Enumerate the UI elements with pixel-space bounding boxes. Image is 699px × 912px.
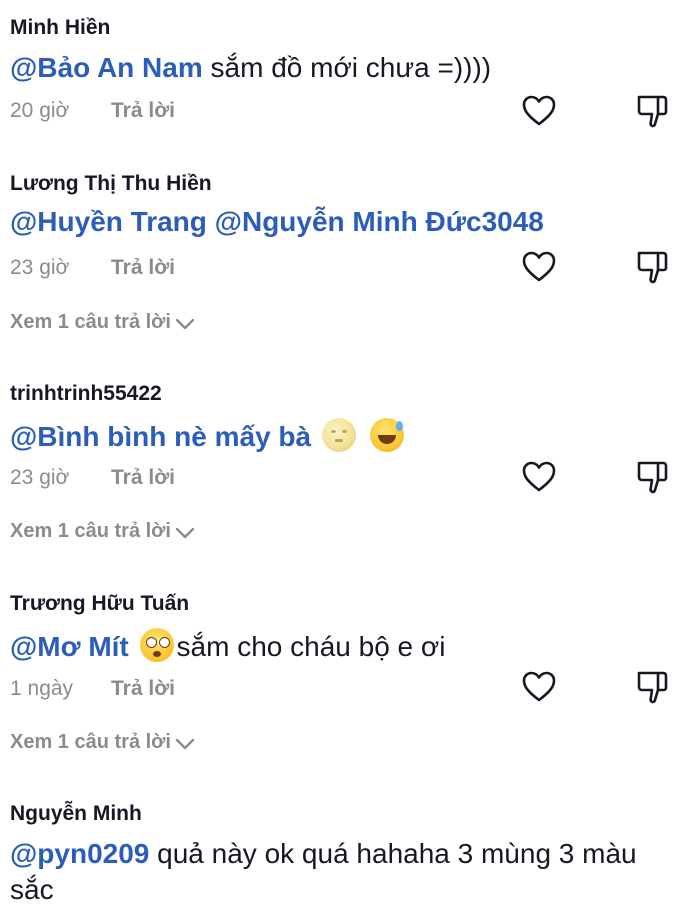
flushed-face-emoji — [139, 628, 174, 662]
comment-time: 23 giờ — [10, 256, 70, 279]
comment-mention[interactable]: @Bảo An Nam — [10, 52, 203, 83]
comment-text: sắm cho cháu bộ e ơi — [176, 631, 446, 662]
comment-username[interactable]: trinhtrinh55422 — [10, 382, 162, 406]
thumbs-down-icon[interactable] — [635, 669, 671, 705]
full-moon-face-emoji — [321, 418, 356, 452]
comment-body: @Mơ Mít sắm cho cháu bộ e ơi — [10, 628, 445, 665]
heart-outline-icon[interactable] — [521, 93, 557, 129]
comment-time: 20 giờ — [10, 99, 70, 122]
thumbs-down-icon[interactable] — [635, 459, 671, 495]
comment-body: @Bình bình nè mấy bà — [10, 418, 407, 455]
view-replies-button[interactable]: Xem 1 câu trả lời — [10, 520, 195, 543]
comment-mention[interactable]: @Huyền Trang @Nguyễn Minh Đức3048 — [10, 206, 544, 237]
comment-text: sắm đồ mới chưa =)))) — [202, 52, 492, 83]
reply-button[interactable]: Trả lời — [111, 466, 175, 490]
reply-button[interactable]: Trả lời — [111, 99, 175, 123]
comment-time: 1 ngày — [10, 677, 74, 700]
comment-username[interactable]: Nguyễn Minh — [10, 802, 142, 826]
view-replies-label: Xem 1 câu trả lời — [10, 520, 171, 542]
view-replies-button[interactable]: Xem 1 câu trả lời — [10, 311, 195, 334]
comment-username[interactable]: Lương Thị Thu Hiền — [10, 172, 212, 196]
comment-body: @Bảo An Nam sắm đồ mới chưa =)))) — [10, 50, 491, 86]
view-replies-label: Xem 1 câu trả lời — [10, 311, 171, 333]
chevron-down-icon — [175, 318, 195, 330]
heart-outline-icon[interactable] — [521, 249, 557, 285]
reply-button[interactable]: Trả lời — [111, 677, 175, 701]
comment-body: @pyn0209 quả này ok quá hahaha 3 mùng 3 … — [10, 836, 650, 908]
grinning-sweat-emoji — [369, 418, 404, 452]
comment-body: @Huyền Trang @Nguyễn Minh Đức3048 — [10, 204, 544, 240]
comment-time: 23 giờ — [10, 466, 70, 489]
chevron-down-icon — [175, 527, 195, 539]
thumbs-down-icon[interactable] — [635, 93, 671, 129]
comment-mention[interactable]: @pyn0209 — [10, 838, 149, 869]
comment-mention[interactable]: @Mơ Mít — [10, 631, 129, 662]
comment-username[interactable]: Trương Hữu Tuấn — [10, 592, 189, 616]
heart-outline-icon[interactable] — [521, 669, 557, 705]
thumbs-down-icon[interactable] — [635, 249, 671, 285]
view-replies-button[interactable]: Xem 1 câu trả lời — [10, 731, 195, 754]
chevron-down-icon — [175, 738, 195, 750]
reply-button[interactable]: Trả lời — [111, 256, 175, 280]
view-replies-label: Xem 1 câu trả lời — [10, 731, 171, 753]
heart-outline-icon[interactable] — [521, 459, 557, 495]
comment-mention[interactable]: @Bình bình nè mấy bà — [10, 421, 311, 452]
comment-username[interactable]: Minh Hiền — [10, 16, 110, 40]
